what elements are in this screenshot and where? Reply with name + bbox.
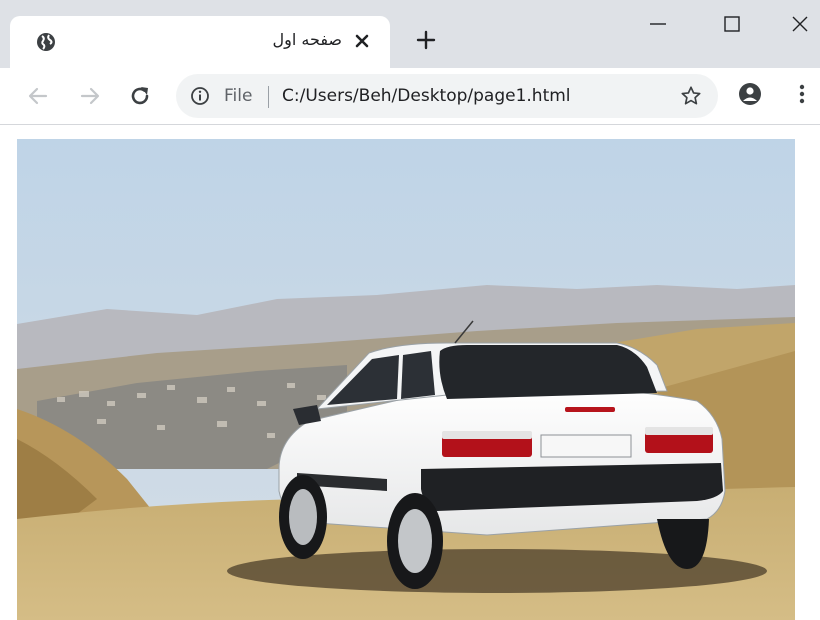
reload-icon[interactable] xyxy=(128,84,152,108)
new-tab-icon[interactable] xyxy=(416,30,436,50)
more-menu-icon[interactable] xyxy=(794,82,810,106)
scheme-label: File xyxy=(224,86,253,106)
arrow-right-icon[interactable] xyxy=(78,84,102,108)
browser-toolbar: File C:/Users/Beh/Desktop/page1.html xyxy=(0,68,820,125)
arrow-left-icon[interactable] xyxy=(26,84,50,108)
page-content xyxy=(0,125,820,620)
car-photo xyxy=(17,139,795,620)
tab-active[interactable]: صفحه اول xyxy=(10,16,390,68)
globe-icon xyxy=(37,33,55,51)
profile-icon[interactable] xyxy=(738,82,762,106)
url-text[interactable]: C:/Users/Beh/Desktop/page1.html xyxy=(282,86,571,106)
minimize-icon[interactable] xyxy=(648,14,668,34)
address-bar[interactable]: File C:/Users/Beh/Desktop/page1.html xyxy=(176,74,718,118)
bookmark-star-icon[interactable] xyxy=(680,85,702,107)
tab-title: صفحه اول xyxy=(272,30,342,49)
tab-strip: صفحه اول xyxy=(0,0,820,68)
window-close-icon[interactable] xyxy=(790,14,810,34)
car-photo-image xyxy=(17,139,795,620)
maximize-icon[interactable] xyxy=(722,14,742,34)
address-separator xyxy=(268,86,269,108)
info-icon[interactable] xyxy=(190,86,210,106)
tab-close-icon[interactable] xyxy=(354,33,370,49)
